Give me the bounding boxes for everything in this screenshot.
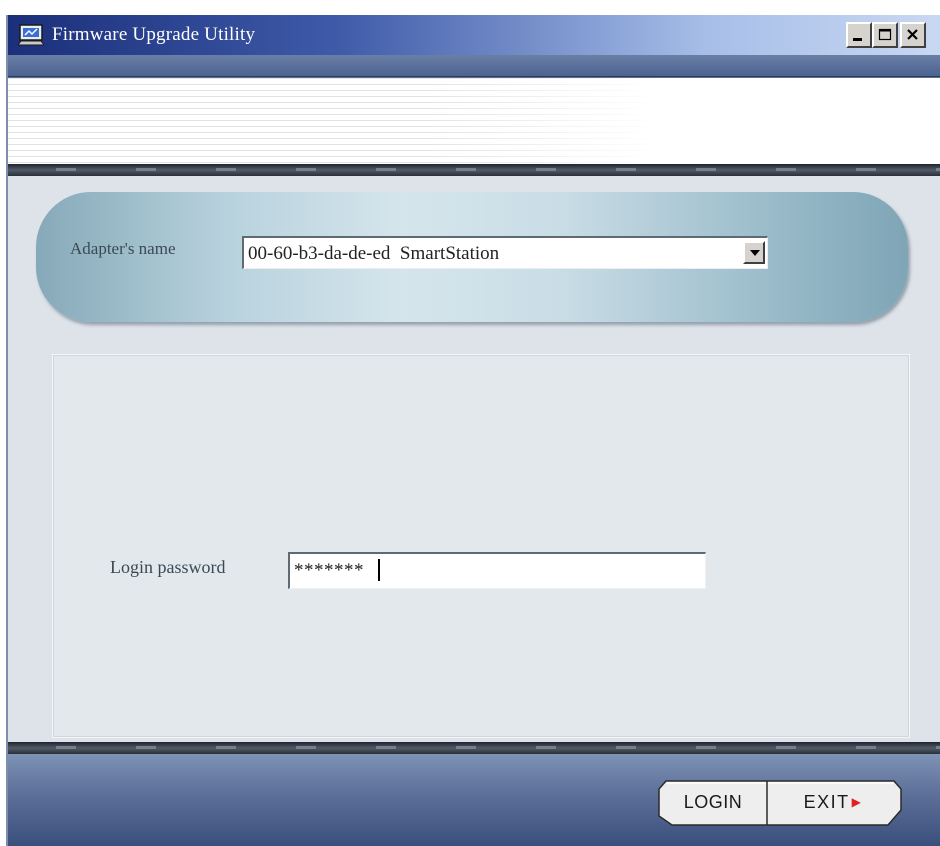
text-caret bbox=[378, 559, 380, 581]
login-panel bbox=[52, 354, 910, 738]
chevron-down-icon bbox=[750, 250, 760, 256]
exit-button-label: EXIT bbox=[803, 792, 850, 812]
window-title: Firmware Upgrade Utility bbox=[52, 24, 256, 45]
divider-bar-top bbox=[8, 164, 940, 176]
minimize-icon bbox=[853, 38, 862, 41]
divider-bar-bottom bbox=[8, 742, 940, 754]
exit-button[interactable]: EXIT ▶ bbox=[768, 782, 898, 822]
login-password-value: ******* bbox=[294, 560, 364, 581]
play-arrow-icon: ▶ bbox=[851, 795, 863, 809]
close-button[interactable] bbox=[900, 22, 926, 48]
maximize-button[interactable] bbox=[872, 22, 898, 48]
login-password-input[interactable]: ******* bbox=[288, 552, 706, 589]
divider-pattern bbox=[8, 746, 940, 749]
header-band bbox=[8, 55, 940, 77]
adapter-select[interactable]: 00-60-b3-da-de-ed SmartStation bbox=[242, 236, 768, 269]
divider-pattern bbox=[8, 168, 940, 171]
laptop-icon[interactable] bbox=[17, 23, 45, 47]
header-banner-fade bbox=[8, 78, 940, 164]
adapter-panel: Adapter's name 00-60-b3-da-de-ed SmartSt… bbox=[36, 192, 908, 322]
main-panel: Adapter's name 00-60-b3-da-de-ed SmartSt… bbox=[8, 176, 940, 742]
adapter-dropdown-button[interactable] bbox=[743, 241, 765, 264]
login-password-label: Login password bbox=[110, 557, 226, 577]
login-button[interactable]: LOGIN bbox=[660, 782, 766, 822]
title-bar[interactable]: Firmware Upgrade Utility bbox=[8, 15, 940, 55]
maximize-icon bbox=[878, 28, 892, 41]
app-window: Firmware Upgrade Utility Adapter's name … bbox=[6, 15, 940, 846]
bottom-bar: LOGIN EXIT ▶ bbox=[8, 754, 940, 846]
action-buttons: LOGIN EXIT ▶ bbox=[658, 780, 902, 826]
adapter-select-value: 00-60-b3-da-de-ed SmartStation bbox=[248, 243, 500, 264]
close-icon bbox=[907, 29, 918, 40]
minimize-button[interactable] bbox=[846, 22, 872, 48]
adapter-name-label: Adapter's name bbox=[70, 239, 176, 258]
